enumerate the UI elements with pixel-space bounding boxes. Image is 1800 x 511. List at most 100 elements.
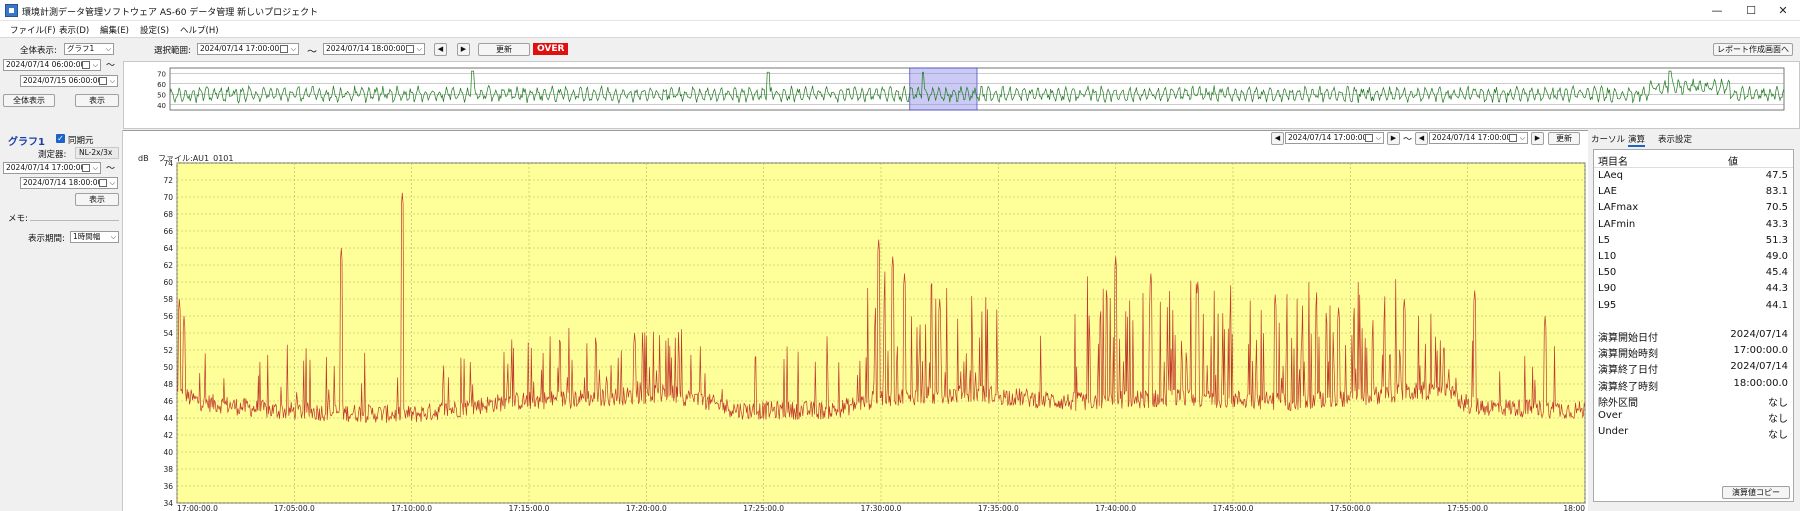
x-tick-label: 17:10:00.0 xyxy=(391,504,432,511)
x-tick-label: 17:20:00.0 xyxy=(626,504,667,511)
calendar-icon[interactable] xyxy=(406,45,414,53)
maximize-button[interactable]: ☐ xyxy=(1734,0,1768,21)
cursor-end-next-button[interactable]: ▶ xyxy=(1531,132,1544,145)
selection-prev-button[interactable]: ◀ xyxy=(434,43,447,56)
calendar-icon[interactable] xyxy=(99,179,107,187)
graph-show-button[interactable]: 表示 xyxy=(75,193,119,206)
stats-row: L5 51.3 xyxy=(1598,235,1788,250)
x-tick-label: 17:45:00.0 xyxy=(1213,504,1254,511)
stats-row-value: 83.1 xyxy=(1765,186,1788,198)
stats-row: Under なし xyxy=(1598,426,1788,441)
stats-row: L50 45.4 xyxy=(1598,267,1788,282)
cursor-start-next-button[interactable]: ▶ xyxy=(1387,132,1400,145)
stats-row: 演算終了時刻 18:00:00.0 xyxy=(1598,378,1788,393)
graph-settings-panel: グラフ1 ✓ 同期元 測定器: NL-2x/3x 2024/07/14 17:0… xyxy=(0,130,123,511)
selection-next-button[interactable]: ▶ xyxy=(457,43,470,56)
calendar-icon[interactable] xyxy=(82,164,90,172)
y-tick-label: 48 xyxy=(163,380,173,389)
period-select[interactable]: 1時間幅 ⌵ xyxy=(70,231,119,243)
overall-all-button[interactable]: 全体表示 xyxy=(3,94,55,107)
cursor-end-field[interactable]: 2024/07/14 17:00:00 ⌵ xyxy=(1429,132,1528,144)
overview-chart[interactable]: 40 50 60 70 xyxy=(124,62,1799,128)
stats-row-value: 17:00:00.0 xyxy=(1733,345,1788,357)
y-tick-label: 46 xyxy=(163,397,173,406)
menu-edit[interactable]: 編集(E) xyxy=(100,24,129,36)
chevron-down-icon: ⌵ xyxy=(290,45,296,53)
overall-start-value: 2024/07/14 06:00:00 xyxy=(6,60,86,69)
stats-row: 演算開始時刻 17:00:00.0 xyxy=(1598,345,1788,360)
overall-end-field[interactable]: 2024/07/15 06:00:00 ⌵ xyxy=(20,75,118,87)
x-tick-label: 17:50:00.0 xyxy=(1330,504,1371,511)
stats-row-name: L10 xyxy=(1598,251,1617,262)
range-separator: 〜 xyxy=(307,47,317,58)
stats-row-name: 演算開始日付 xyxy=(1598,333,1658,344)
calendar-icon[interactable] xyxy=(280,45,288,53)
app-icon xyxy=(5,4,18,17)
update-button[interactable]: 更新 xyxy=(478,43,530,56)
stats-row: L10 49.0 xyxy=(1598,251,1788,266)
stats-row-name: L90 xyxy=(1598,283,1617,295)
overview-chart-panel: 40 50 60 70 xyxy=(123,61,1800,129)
stats-row: Over なし xyxy=(1598,410,1788,425)
stats-row-name: Over xyxy=(1598,410,1623,421)
overall-show-button[interactable]: 表示 xyxy=(75,94,119,107)
y-tick-label: 42 xyxy=(163,431,173,440)
graph-end-value: 2024/07/14 18:00:00 xyxy=(23,178,103,187)
stats-row-name: LAFmax xyxy=(1598,202,1639,214)
stats-row-value: なし xyxy=(1768,397,1788,409)
overview-y-tick-label: 70 xyxy=(157,70,166,78)
device-value: NL-2x/3x xyxy=(75,147,119,159)
graph-end-field[interactable]: 2024/07/14 18:00:00 ⌵ xyxy=(20,177,118,189)
x-tick-label: 17:35:00.0 xyxy=(978,504,1019,511)
period-label: 表示期間: xyxy=(28,234,65,244)
stats-row-value: 18:00:00.0 xyxy=(1733,377,1788,389)
overview-selection-range[interactable] xyxy=(909,67,978,111)
tab-calculation[interactable]: 演算 xyxy=(1628,133,1646,147)
calendar-icon[interactable] xyxy=(82,61,90,69)
copy-results-button[interactable]: 演算値コピー xyxy=(1722,486,1790,499)
cursor-start-field[interactable]: 2024/07/14 17:00:00 ⌵ xyxy=(1285,132,1384,144)
overview-y-tick-label: 40 xyxy=(157,102,166,110)
memo-field[interactable] xyxy=(30,220,119,221)
selection-start-field[interactable]: 2024/07/14 17:00:00 ⌵ xyxy=(197,43,299,55)
calendar-icon[interactable] xyxy=(99,77,107,85)
x-tick-label: 17:15:00.0 xyxy=(509,504,550,511)
main-chart[interactable]: dB ファイル:AU1_01013436384042444648505254565… xyxy=(123,146,1588,511)
graph-start-field[interactable]: 2024/07/14 17:00:00 ⌵ xyxy=(3,162,101,174)
chevron-down-icon: ⌵ xyxy=(92,61,98,69)
overall-start-field[interactable]: 2024/07/14 06:00:00 ⌵ xyxy=(3,59,101,71)
stats-row-value: 44.3 xyxy=(1765,283,1788,295)
selection-label: 選択範囲: xyxy=(154,46,191,56)
overall-graph-select[interactable]: グラフ1 ⌵ xyxy=(64,43,114,55)
stats-row-name: 除外区間 xyxy=(1598,397,1638,409)
menu-file[interactable]: ファイル(F) xyxy=(10,24,56,36)
cursor-start-prev-button[interactable]: ◀ xyxy=(1271,132,1284,145)
stats-row-name: L50 xyxy=(1598,267,1617,279)
stats-row-value: なし xyxy=(1768,414,1788,425)
y-tick-label: 38 xyxy=(163,465,173,474)
calendar-icon[interactable] xyxy=(1365,134,1373,142)
selection-end-field[interactable]: 2024/07/14 18:00:00 ⌵ xyxy=(323,43,425,55)
close-button[interactable]: ✕ xyxy=(1766,0,1800,21)
stats-row-value: 44.1 xyxy=(1765,299,1788,311)
stats-row-value: 49.0 xyxy=(1765,251,1788,262)
menu-view[interactable]: 表示(D) xyxy=(59,24,89,36)
stats-row-name: LAE xyxy=(1598,186,1617,198)
stats-row-name: L5 xyxy=(1598,234,1610,246)
menu-help[interactable]: ヘルプ(H) xyxy=(180,24,219,36)
stats-row-value: 43.3 xyxy=(1765,218,1788,230)
overview-y-tick-label: 60 xyxy=(157,81,166,89)
menu-settings[interactable]: 設定(S) xyxy=(140,24,169,36)
minimize-button[interactable]: — xyxy=(1700,0,1734,21)
cursor-end-prev-button[interactable]: ◀ xyxy=(1415,132,1428,145)
overall-label: 全体表示: xyxy=(20,46,57,56)
tab-cursor[interactable]: カーソル xyxy=(1591,133,1625,145)
cursor-update-button[interactable]: 更新 xyxy=(1548,132,1580,145)
stats-row-value: 2024/07/14 xyxy=(1730,329,1788,340)
stats-row: 演算終了日付 2024/07/14 xyxy=(1598,361,1788,376)
graph-start-value: 2024/07/14 17:00:00 xyxy=(6,163,86,172)
tab-display-settings[interactable]: 表示設定 xyxy=(1658,133,1692,145)
calendar-icon[interactable] xyxy=(1509,134,1517,142)
report-button[interactable]: レポート作成画面へ xyxy=(1713,43,1793,56)
sync-checkbox[interactable]: ✓ xyxy=(56,134,65,143)
